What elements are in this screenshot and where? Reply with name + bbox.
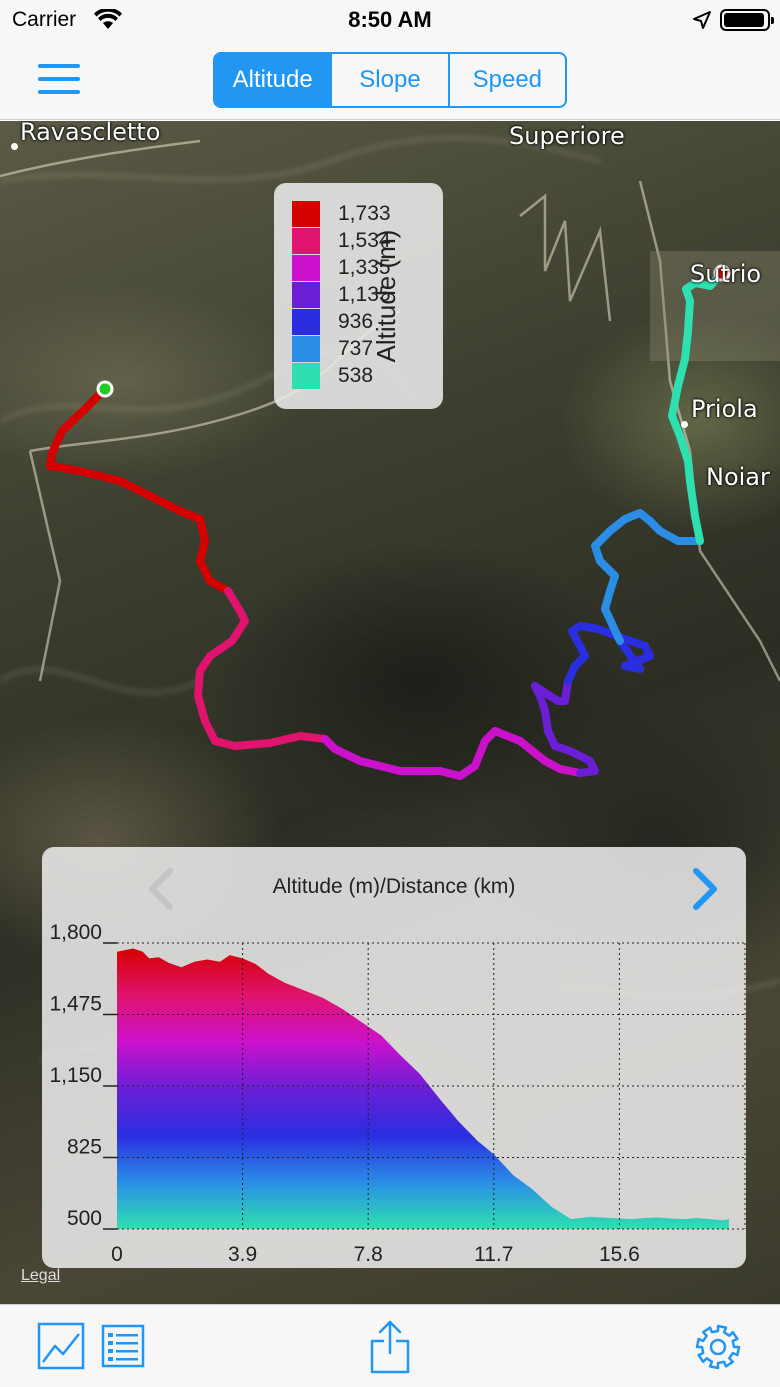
track-segment <box>231 739 274 750</box>
track-segment <box>686 477 699 520</box>
altitude-area-series <box>117 948 729 1229</box>
gear-icon[interactable] <box>694 1323 742 1376</box>
y-tick-label: 1,150 <box>49 1064 102 1087</box>
legend-swatch <box>292 201 320 227</box>
segment-speed[interactable]: Speed <box>447 54 565 106</box>
legend-swatch <box>292 255 320 281</box>
legend-swatch <box>292 228 320 254</box>
list-icon[interactable] <box>101 1324 145 1373</box>
clock: 8:50 AM <box>348 7 432 32</box>
place-label-noiar: Noiar <box>706 463 770 491</box>
track-segment <box>146 492 184 515</box>
legend-value: 1,335 <box>338 256 391 279</box>
track-segment <box>266 732 304 747</box>
track-segment <box>684 297 694 335</box>
place-marker <box>681 421 688 428</box>
place-marker <box>11 143 18 150</box>
hamburger-menu-icon[interactable] <box>36 62 82 96</box>
legend-item: 936 <box>292 309 373 335</box>
track-segment <box>331 745 364 765</box>
track-segment <box>76 467 124 485</box>
share-icon[interactable] <box>369 1319 411 1380</box>
y-tick-label: 500 <box>67 1207 102 1230</box>
chevron-right-icon[interactable] <box>686 867 722 911</box>
navigation-bar: Altitude Slope Speed <box>0 40 780 120</box>
place-label-priola: Priola <box>691 395 758 423</box>
start-marker[interactable] <box>96 380 114 398</box>
bottom-toolbar <box>0 1304 780 1387</box>
legend-value: 1,733 <box>338 202 391 225</box>
legend-item: 737 <box>292 336 373 362</box>
segment-slope[interactable]: Slope <box>330 54 447 106</box>
track-segment <box>356 757 404 775</box>
legend-item: 1,534 <box>292 228 391 254</box>
x-tick-label: 11.7 <box>474 1243 513 1266</box>
line-chart-icon[interactable] <box>37 1322 85 1375</box>
track-segment <box>471 737 489 770</box>
legend-value: 1,534 <box>338 229 391 252</box>
chevron-left-icon[interactable] <box>144 867 180 911</box>
legend-item: 1,335 <box>292 255 391 281</box>
x-tick-label: 0 <box>111 1243 123 1266</box>
legend-swatch <box>292 363 320 389</box>
y-tick-label: 1,475 <box>49 993 102 1016</box>
y-tick-label: 1,800 <box>49 921 102 944</box>
metric-segmented-control: Altitude Slope Speed <box>213 52 567 108</box>
altitude-legend: Altitude (m) 1,733 1,534 1,335 1,135 936 737 5… <box>274 183 443 409</box>
track-segment <box>116 477 154 500</box>
legend-value: 737 <box>338 337 374 360</box>
legal-link[interactable]: Legal <box>21 1267 60 1285</box>
legend-item: 1,135 <box>292 282 391 308</box>
track-segment <box>58 402 92 435</box>
place-label-ravascletto: Ravascletto <box>20 121 161 146</box>
legend-item: 538 <box>292 363 373 389</box>
track-segment <box>674 355 689 390</box>
legend-value: 538 <box>338 364 374 387</box>
x-tick-label: 15.6 <box>599 1243 640 1266</box>
legend-swatch <box>292 282 320 308</box>
satellite-map[interactable]: Ravascletto Superiore Sutrio Priola Noia… <box>0 121 780 1304</box>
place-label-sutrio: Sutrio <box>690 260 762 288</box>
elevation-chart-panel: 1,800 1,475 1,150 825 500 0 3.9 7.8 11.7 15.6 Alt… <box>42 847 746 1268</box>
track-segment <box>46 462 84 475</box>
y-tick-label: 825 <box>67 1136 102 1159</box>
location-arrow-icon <box>692 10 712 35</box>
x-tick-label: 3.9 <box>228 1243 257 1266</box>
legend-item: 1,733 <box>292 201 391 227</box>
legend-swatch <box>292 336 320 362</box>
legend-value: 936 <box>338 310 374 333</box>
track-segment <box>681 327 692 363</box>
track-segment <box>516 737 549 765</box>
battery-icon <box>720 9 774 31</box>
legend-value: 1,135 <box>338 283 391 306</box>
status-bar: Carrier 8:50 AM <box>0 0 780 40</box>
x-tick-label: 7.8 <box>354 1243 383 1266</box>
segment-altitude[interactable]: Altitude <box>215 54 331 106</box>
track-segment <box>491 727 524 745</box>
legend-swatch <box>292 309 320 335</box>
place-label-superiore: Superiore <box>509 122 625 150</box>
